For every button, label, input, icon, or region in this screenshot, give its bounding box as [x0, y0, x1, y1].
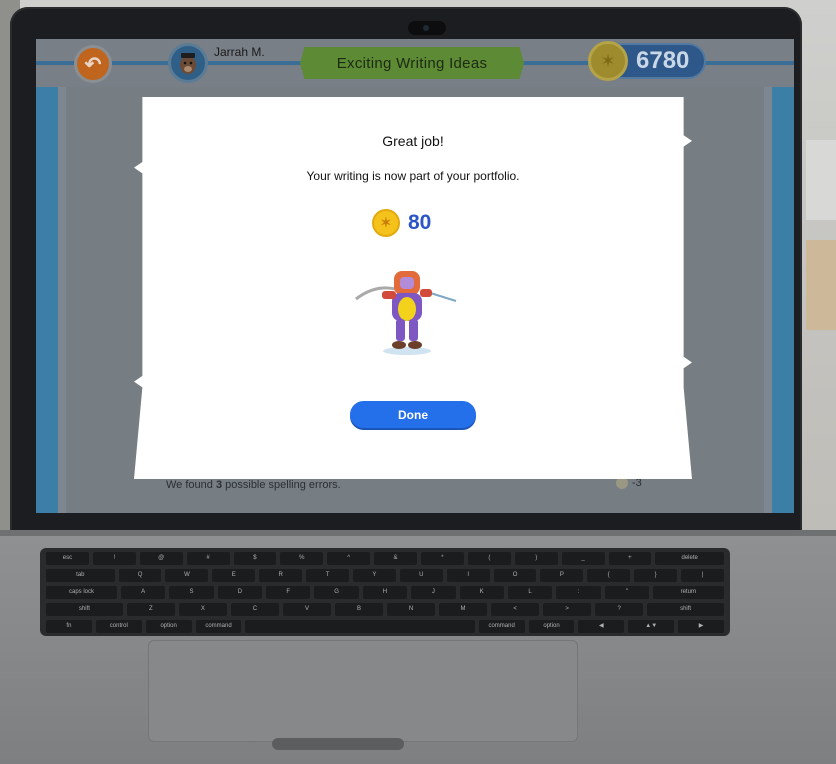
back-button[interactable]: ↶	[74, 45, 112, 83]
background-shelf	[806, 140, 836, 220]
keyboard-key[interactable]	[245, 620, 475, 633]
keyboard-key[interactable]: X	[178, 603, 227, 616]
keyboard-key[interactable]: {	[587, 569, 631, 582]
keyboard-key[interactable]: L	[507, 586, 553, 599]
keyboard-key[interactable]: D	[217, 586, 263, 599]
avatar[interactable]	[168, 43, 208, 83]
keyboard-key[interactable]: >	[543, 603, 592, 616]
reward: ✶ 80	[372, 209, 431, 237]
keyboard-row-2: tab Q W E R T Y U I O P{} |	[46, 569, 724, 582]
keyboard-key[interactable]: T	[306, 569, 349, 582]
keyboard-key[interactable]: shift	[647, 603, 724, 616]
keyboard-key[interactable]: )	[514, 552, 558, 565]
keyboard-key[interactable]: :	[556, 586, 601, 599]
spelling-suffix: possible spelling errors.	[222, 479, 341, 491]
keyboard-key[interactable]: #	[186, 552, 230, 565]
keyboard-key[interactable]: fn	[46, 620, 92, 633]
keyboard-key[interactable]: option	[528, 620, 575, 633]
page-title-banner: Exciting Writing Ideas	[300, 47, 524, 79]
spelling-prefix: We found	[166, 479, 216, 491]
keyboard-key[interactable]: I	[446, 569, 490, 582]
laptop-screen: ↶ Jarrah M. Exciting Writing Ideas ✶ 678…	[36, 39, 794, 513]
keyboard-key[interactable]: K	[459, 586, 504, 599]
keyboard-key[interactable]: return	[652, 586, 724, 599]
keyboard-key[interactable]: (	[467, 552, 511, 565]
keyboard-key[interactable]: *	[421, 552, 464, 565]
reward-value: 80	[408, 211, 432, 234]
keyboard-key[interactable]: tab	[46, 569, 115, 582]
keyboard-key[interactable]: "	[604, 586, 649, 599]
lid-notch	[272, 738, 404, 750]
keyboard-row-5: fn control option command command option ◀ ▲▼ ▶	[46, 620, 725, 633]
keyboard-key[interactable]: esc	[46, 552, 89, 565]
keyboard-key[interactable]: P	[540, 569, 584, 582]
keyboard-key[interactable]: command	[195, 620, 242, 633]
coin-icon: ✶	[588, 41, 628, 81]
keyboard-key[interactable]: Y	[352, 569, 396, 582]
keyboard-key[interactable]: ◀	[578, 620, 625, 633]
app-header: ↶ Jarrah M. Exciting Writing Ideas ✶ 678…	[36, 39, 794, 87]
app-right-border	[772, 63, 794, 513]
done-button[interactable]: Done	[350, 401, 476, 428]
keyboard-key[interactable]: ?	[595, 603, 644, 616]
keyboard-row-4: shift Z X C V B N M < >? shift	[46, 603, 724, 616]
app-left-border	[36, 63, 58, 513]
webcam	[408, 21, 446, 35]
keyboard-key[interactable]: E	[212, 569, 256, 582]
keyboard-key[interactable]: H	[362, 586, 408, 599]
keyboard-key[interactable]: F	[266, 586, 311, 599]
keyboard-key[interactable]: ▲▼	[628, 620, 675, 633]
user-name: Jarrah M.	[214, 45, 265, 59]
keyboard-key[interactable]: C	[230, 603, 279, 616]
keyboard-key[interactable]: Q	[118, 569, 162, 582]
keyboard-key[interactable]: M	[439, 603, 488, 616]
keyboard-key[interactable]: %	[280, 552, 324, 565]
success-modal: Great job! Your writing is now part of y…	[134, 97, 692, 479]
keyboard-key[interactable]: W	[165, 569, 209, 582]
keyboard-key[interactable]: @	[139, 552, 183, 565]
keyboard-key[interactable]: ^	[327, 552, 371, 565]
keyboard-key[interactable]: J	[411, 586, 456, 599]
keyboard-key[interactable]: $	[233, 552, 277, 565]
keyboard-key[interactable]: &	[374, 552, 417, 565]
keyboard-key[interactable]: shift	[46, 603, 123, 616]
keyboard-key[interactable]: S	[169, 586, 214, 599]
keyboard-key[interactable]: command	[478, 620, 525, 633]
character-illustration	[355, 271, 457, 355]
modal-message: Your writing is now part of your portfol…	[306, 169, 520, 183]
keyboard-key[interactable]: _	[561, 552, 605, 565]
keyboard-key[interactable]: option	[145, 620, 192, 633]
keyboard-key[interactable]: |	[681, 569, 724, 582]
keyboard-key[interactable]: caps lock	[46, 586, 117, 599]
keyboard-key[interactable]: !	[92, 552, 136, 565]
coin-icon: ✶	[372, 209, 400, 237]
keyboard-key[interactable]: G	[314, 586, 359, 599]
keyboard-key[interactable]: ▶	[678, 620, 725, 633]
laptop-lid: ↶ Jarrah M. Exciting Writing Ideas ✶ 678…	[10, 7, 802, 533]
keyboard-key[interactable]: A	[120, 586, 166, 599]
coin-balance: 6780	[636, 47, 690, 74]
keyboard-key[interactable]: V	[282, 603, 331, 616]
back-arrow-icon: ↶	[84, 53, 102, 76]
background-desk	[806, 240, 836, 330]
keyboard-row-3: caps lock A S D F G H J K L: " return	[46, 586, 724, 599]
keyboard-key[interactable]: R	[259, 569, 303, 582]
dog-avatar-icon	[180, 53, 196, 74]
keyboard-key[interactable]: control	[95, 620, 142, 633]
keyboard-key[interactable]: N	[387, 603, 436, 616]
page-title: Exciting Writing Ideas	[336, 54, 488, 72]
keyboard-key[interactable]: delete	[655, 552, 724, 565]
keyboard-key[interactable]: <	[491, 603, 540, 616]
trackpad[interactable]	[148, 640, 578, 742]
keyboard-key[interactable]: +	[608, 552, 652, 565]
keyboard-key[interactable]: U	[399, 569, 443, 582]
keyboard: esc! @ # $% ^ & *() _ + delete tab Q W E R T Y U I O P{} | c…	[40, 548, 730, 636]
spelling-notice: We found 3 possible spelling errors.	[166, 479, 341, 491]
keyboard-key[interactable]: }	[634, 569, 678, 582]
keyboard-key[interactable]: Z	[126, 603, 175, 616]
modal-title: Great job!	[382, 133, 444, 149]
keyboard-key[interactable]: B	[334, 603, 383, 616]
keyboard-row-1: esc! @ # $% ^ & *() _ + delete	[46, 552, 724, 565]
keyboard-key[interactable]: O	[493, 569, 537, 582]
